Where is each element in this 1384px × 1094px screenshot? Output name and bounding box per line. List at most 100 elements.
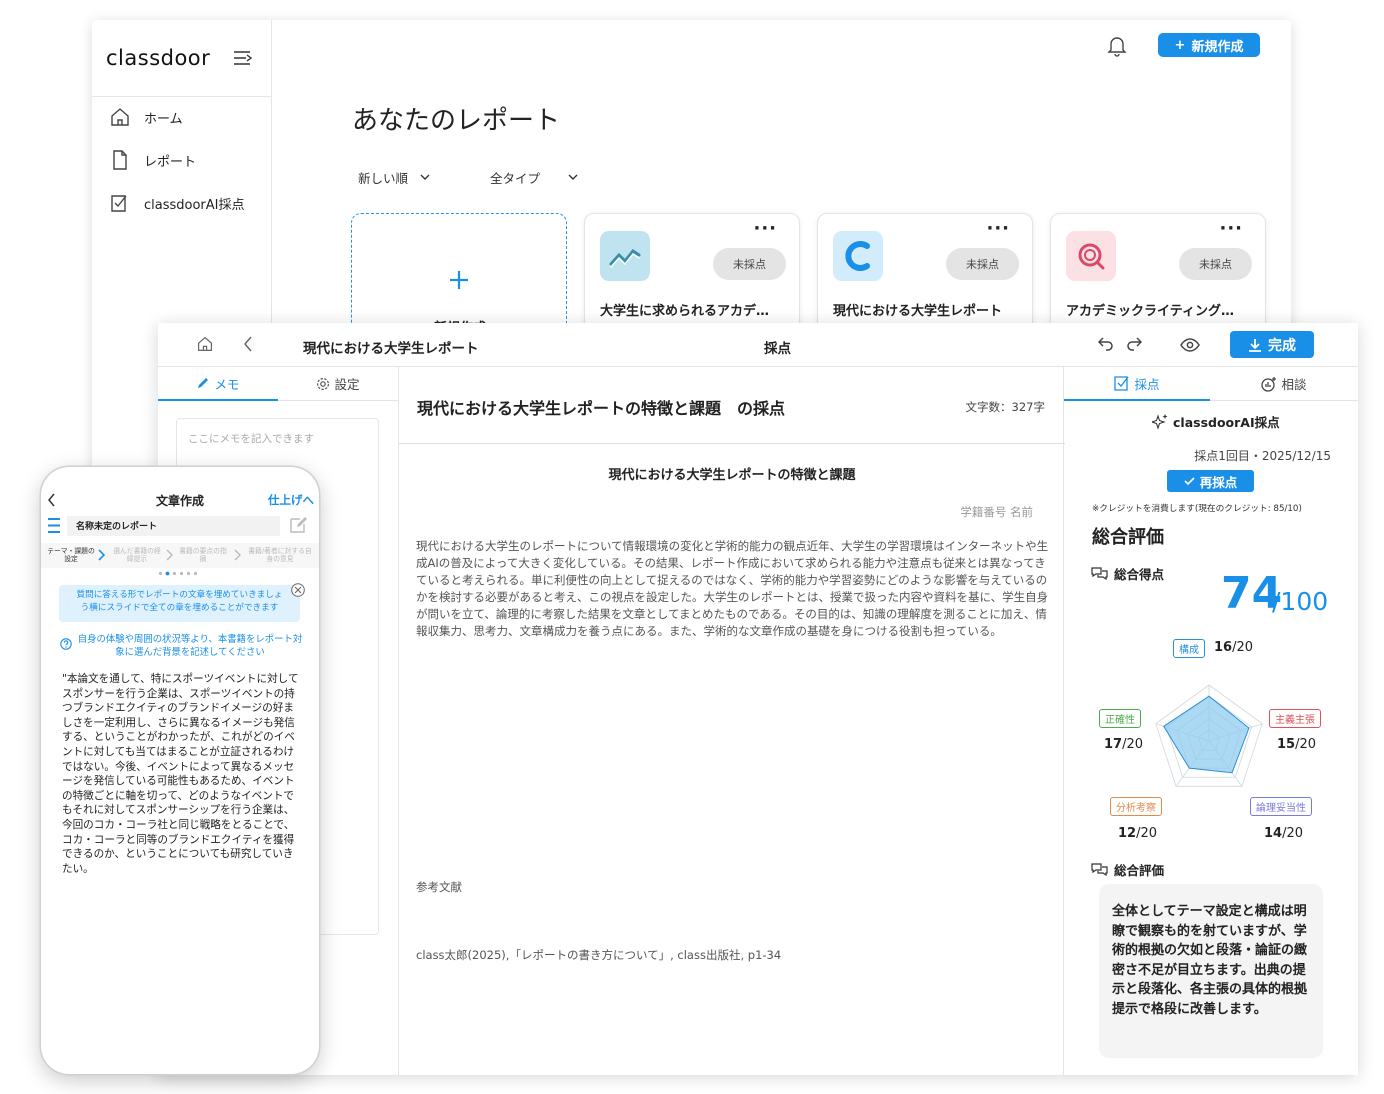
reference-item: class太郎(2025),「レポートの書き方について」, class出版社, … — [416, 948, 782, 962]
sidebar-item-label: classdoorAI採点 — [144, 197, 245, 213]
regrade-button[interactable]: 再採点 — [1167, 470, 1254, 492]
criteria-score-claim: 15/20 — [1277, 737, 1317, 752]
criteria-label-claim: 主義主張 — [1269, 709, 1321, 728]
sidebar-item-label: レポート — [144, 154, 197, 170]
status-badge: 未採点 — [1179, 248, 1252, 280]
card-title: 現代における大学生レポート — [833, 304, 1003, 319]
download-icon — [1248, 338, 1262, 352]
new-report-button[interactable]: + 新規作成 — [1158, 33, 1260, 57]
report-paper: 現代における大学生レポートの特徴と課題 の採点 文字数：327字 現代における大… — [398, 367, 1065, 1075]
bell-icon[interactable] — [1107, 35, 1127, 57]
overall-title: 総合評価 — [1092, 527, 1164, 548]
step-3[interactable]: 書籍の要点の指摘 — [178, 547, 228, 563]
plus-icon — [449, 270, 469, 290]
status-badge: 未採点 — [946, 248, 1019, 280]
tab-consult[interactable]: 相談 — [1210, 367, 1358, 401]
chart-line-icon — [600, 231, 650, 281]
criteria-label-logic: 論理妥当性 — [1250, 797, 1312, 816]
student-id: 学籍番号 名前 — [960, 505, 1033, 519]
criteria-score-analysis: 12/20 — [1118, 826, 1158, 841]
comment-title: 総合評価 — [1091, 860, 1164, 879]
menu-icon[interactable] — [47, 517, 61, 534]
credit-note: ※クレジットを消費します(現在のクレジット: 85/10) — [1092, 504, 1302, 514]
step-1[interactable]: テーマ・課題の設定 — [47, 547, 95, 563]
checkbox-edit-icon — [110, 193, 130, 213]
plus-icon: + — [1174, 37, 1186, 53]
sidebar-toggle-icon[interactable] — [233, 50, 253, 66]
total-score-max: /100 — [1272, 587, 1329, 616]
more-icon[interactable]: ··· — [986, 218, 1010, 239]
chart-plus-icon — [1261, 376, 1277, 392]
chevron-down-icon — [420, 174, 430, 181]
grading-icon — [1114, 375, 1130, 391]
chevron-right-icon — [98, 549, 105, 561]
report-body: 現代における大学生のレポートについて情報環境の変化と学術的能力の観点近年、大学生… — [416, 539, 1049, 638]
total-score-label: 総合得点 — [1091, 564, 1164, 583]
mobile-editor: 文章作成 仕上げへ 名称未定のレポート テーマ・課題の設定 選んだ書籍の経緯提示… — [41, 467, 319, 1074]
question-text: 自身の体験や周囲の状況等より、本書籍をレポート対象に選んだ背景を記述してください — [77, 634, 303, 658]
criteria-score-logic: 14/20 — [1264, 826, 1304, 841]
gear-icon — [316, 377, 330, 391]
criteria-score-accuracy: 17/20 — [1104, 737, 1144, 752]
sparkle-icon — [1152, 413, 1168, 430]
home-icon[interactable] — [197, 336, 213, 352]
paper-heading: 現代における大学生レポートの特徴と課題 の採点 — [417, 399, 786, 418]
chevron-right-icon — [166, 549, 173, 561]
status-badge: 未採点 — [713, 248, 786, 280]
references-title: 参考文献 — [416, 880, 462, 894]
card-title: アカデミックライティング… — [1066, 304, 1234, 319]
document-icon — [110, 150, 130, 170]
tab-memo[interactable]: メモ — [158, 367, 278, 401]
c-letter-icon — [833, 231, 883, 281]
app-logo[interactable]: classdoor — [106, 46, 210, 70]
close-icon[interactable] — [291, 583, 305, 597]
sidebar-item-label: ホーム — [144, 111, 183, 127]
sort-dropdown[interactable]: 新しい順 — [358, 168, 430, 187]
card-title: 大学生に求められるアカデ… — [600, 304, 770, 319]
criteria-label-accuracy: 正確性 — [1099, 709, 1141, 728]
eye-icon[interactable] — [1180, 338, 1200, 352]
sidebar-item-home[interactable]: ホーム — [110, 106, 183, 128]
sidebar-item-reports[interactable]: レポート — [110, 149, 196, 171]
complete-button[interactable]: 完成 — [1230, 331, 1314, 358]
pagination-dots — [158, 571, 202, 576]
question-icon — [60, 638, 72, 650]
chevron-right-icon — [234, 549, 241, 561]
overall-comment: 全体としてテーマ設定と構成は明瞭で観察も的を射ていますが、学術的根拠の欠如と段落… — [1099, 884, 1323, 1058]
more-icon[interactable]: ··· — [1219, 218, 1243, 239]
hint-banner: 質問に答える形でレポートの文章を埋めていきましょう横にスライドで全ての章を埋める… — [59, 585, 300, 622]
undo-icon[interactable] — [1098, 336, 1114, 352]
chat-bubbles-icon — [1091, 566, 1108, 581]
criteria-label-structure: 構成 — [1173, 639, 1205, 658]
document-name-field[interactable]: 名称未定のレポート — [67, 516, 280, 536]
more-icon[interactable]: ··· — [753, 218, 777, 239]
magnifier-icon — [1066, 231, 1116, 281]
tab-settings[interactable]: 設定 — [278, 367, 398, 401]
redo-icon[interactable] — [1126, 336, 1142, 352]
report-title: 現代における大学生レポートの特徴と課題 — [608, 468, 856, 483]
step-4[interactable]: 書籍/著者に対する自身の意見 — [247, 547, 313, 564]
ai-grading-label: classdoorAI採点 — [1152, 412, 1280, 431]
edit-icon[interactable] — [289, 516, 307, 534]
step-2[interactable]: 選んだ書籍の経緯提示 — [111, 547, 163, 563]
tab-grading[interactable]: 採点 — [1064, 367, 1210, 401]
document-title: 現代における大学生レポート — [303, 341, 479, 357]
sidebar-item-ai-grading[interactable]: classdoorAI採点 — [110, 192, 245, 214]
criteria-score-structure: 16/20 — [1214, 640, 1254, 655]
type-filter-dropdown[interactable]: 全タイプ — [490, 168, 578, 187]
chat-bubbles-icon — [1091, 862, 1108, 877]
word-count: 文字数：327字 — [965, 400, 1045, 414]
home-icon — [110, 107, 130, 127]
check-icon — [1184, 476, 1195, 486]
pencil-icon — [196, 376, 210, 390]
answer-textarea[interactable]: "本論文を通して、特にスポーツイベントに対してスポンサーを行う企業は、スポーツイ… — [62, 672, 302, 876]
grading-window: 現代における大学生レポート 採点 完成 メモ 設定 ここにメモを記入できます 現… — [158, 323, 1358, 1075]
grading-info: 採点1回目・2025/12/15 — [1194, 449, 1331, 463]
editor-toolbar: 現代における大学生レポート 採点 完成 — [158, 323, 1358, 367]
grading-panel: 採点 相談 classdoorAI採点 採点1回目・2025/12/15 再採点… — [1064, 367, 1358, 1075]
back-icon[interactable] — [243, 336, 253, 352]
chevron-down-icon — [568, 174, 578, 181]
finish-link[interactable]: 仕上げへ — [268, 492, 314, 508]
radar-chart — [1155, 684, 1263, 787]
criteria-label-analysis: 分析考察 — [1110, 797, 1162, 816]
